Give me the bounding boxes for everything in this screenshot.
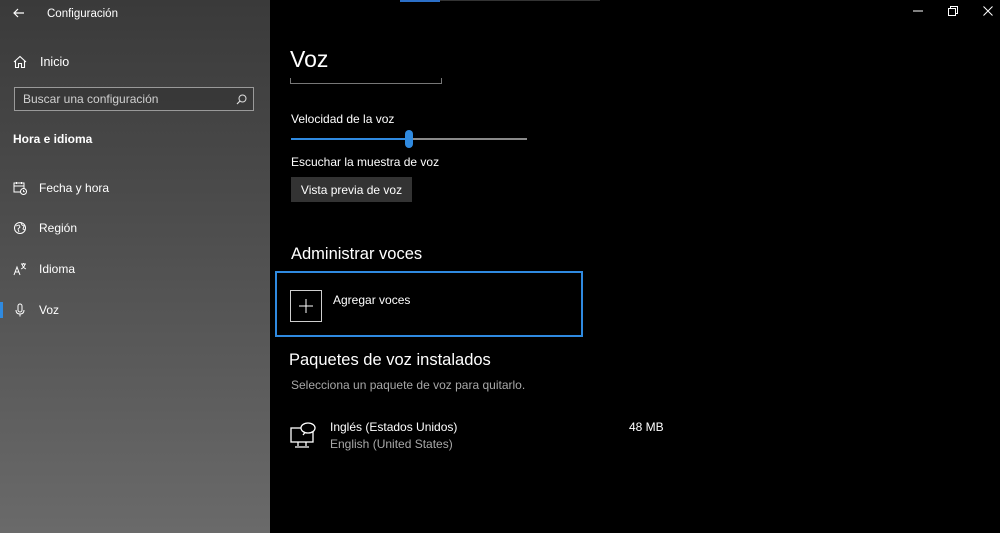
voice-package-item[interactable]: Inglés (Estados Unidos) English (United … <box>289 414 669 456</box>
restore-icon[interactable] <box>945 4 961 18</box>
close-icon[interactable] <box>980 4 996 18</box>
voice-package-locale: English (United States) <box>330 437 453 451</box>
back-arrow-icon[interactable] <box>8 2 30 24</box>
language-icon <box>12 261 28 277</box>
voice-package-size: 48 MB <box>629 420 664 434</box>
installed-packages-title: Paquetes de voz instalados <box>289 351 491 369</box>
listen-label: Escuchar la muestra de voz <box>291 155 440 169</box>
sidebar-item-label: Idioma <box>39 262 76 276</box>
plus-icon <box>290 290 322 322</box>
microphone-icon <box>12 302 28 318</box>
add-voices-label: Agregar voces <box>333 293 411 307</box>
sidebar-item-label: Región <box>39 221 78 235</box>
home-icon <box>12 54 28 70</box>
search-box[interactable] <box>14 87 254 111</box>
add-voices-button[interactable]: Agregar voces <box>275 271 583 337</box>
main-content: Voz Velocidad de la voz Escuchar la mues… <box>270 0 1000 533</box>
speech-monitor-icon <box>289 420 319 450</box>
sidebar-item-fecha-y-hora[interactable]: Fecha y hora <box>0 173 270 203</box>
minimize-icon[interactable] <box>910 4 926 18</box>
home-link[interactable]: Inicio <box>12 52 69 72</box>
app-title: Configuración <box>47 8 118 20</box>
voice-dropdown[interactable] <box>290 78 442 84</box>
active-indicator <box>0 302 3 318</box>
voice-package-name: Inglés (Estados Unidos) <box>330 420 458 434</box>
globe-region-icon <box>12 220 28 236</box>
sidebar: Configuración Inicio Hora e idioma Fecha… <box>0 0 270 533</box>
section-title: Hora e idioma <box>13 132 93 146</box>
sidebar-item-label: Voz <box>39 303 60 317</box>
home-label: Inicio <box>40 55 70 69</box>
installed-packages-subtitle: Selecciona un paquete de voz para quitar… <box>291 378 526 392</box>
search-input[interactable] <box>23 92 235 106</box>
manage-voices-title: Administrar voces <box>291 245 423 263</box>
page-title: Voz <box>290 46 329 72</box>
sidebar-item-voz[interactable]: Voz <box>0 295 270 325</box>
slider-track <box>409 138 527 140</box>
scroll-track <box>440 0 600 1</box>
sidebar-item-label: Fecha y hora <box>39 181 110 195</box>
search-icon[interactable] <box>235 93 247 105</box>
slider-track-fill <box>291 138 409 140</box>
sidebar-item-region[interactable]: Región <box>0 213 270 243</box>
speed-label: Velocidad de la voz <box>291 112 395 126</box>
calendar-clock-icon <box>12 180 28 196</box>
slider-thumb[interactable] <box>405 130 413 148</box>
sidebar-item-idioma[interactable]: Idioma <box>0 254 270 284</box>
scroll-indicator <box>400 0 440 2</box>
speed-slider[interactable] <box>291 130 527 148</box>
preview-voice-button[interactable]: Vista previa de voz <box>291 177 412 202</box>
